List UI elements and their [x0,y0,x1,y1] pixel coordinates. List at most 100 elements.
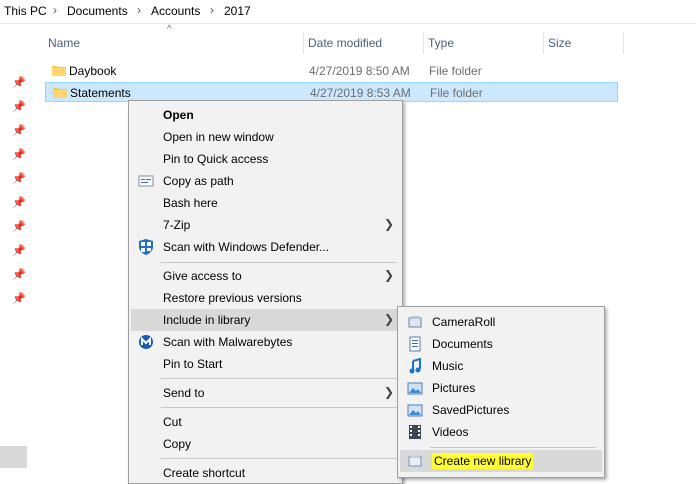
menu-item-scan-malwarebytes[interactable]: Scan with Malwarebytes [131,331,400,353]
chevron-right-icon: ❯ [384,217,395,231]
library-item-saved-pictures[interactable]: SavedPictures [400,399,602,421]
library-item-documents[interactable]: Documents [400,333,602,355]
file-date: 4/27/2019 8:53 AM [310,86,411,100]
column-header-size[interactable]: Size [544,32,624,54]
column-header-type[interactable]: Type [424,32,544,54]
column-header-name[interactable]: Name [44,32,304,54]
malwarebytes-icon [139,335,153,349]
pin-icon[interactable]: 📌 [12,100,26,113]
chevron-right-icon: ❯ [384,312,395,326]
column-header-date-modified[interactable]: Date modified [304,32,424,54]
breadcrumb-this-pc[interactable]: This PC [4,4,47,18]
pin-icon[interactable]: 📌 [12,292,26,305]
menu-item-label: 7-Zip [163,218,191,232]
menu-item-label: Give access to [163,269,242,283]
pictures-icon [407,382,423,395]
file-row[interactable]: Statements 4/27/2019 8:53 AM File folder [45,82,618,102]
menu-separator [161,378,397,379]
menu-separator [161,407,397,408]
folder-icon [52,66,66,76]
breadcrumb-documents[interactable]: Documents [67,4,128,18]
breadcrumb-2017[interactable]: 2017 [224,4,251,18]
documents-icon [409,336,421,352]
file-name: Statements [70,86,131,100]
folder-icon [53,88,67,98]
menu-item-create-shortcut[interactable]: Create shortcut [131,462,400,484]
menu-item-label: Pin to Start [163,357,223,371]
library-folder-icon [408,316,422,328]
menu-item-label: Scan with Windows Defender... [163,240,330,254]
library-item-camera-roll[interactable]: CameraRoll [400,311,602,333]
menu-item-label: Open in new window [163,130,274,144]
menu-item-open-new-window[interactable]: Open in new window [131,126,400,148]
breadcrumb-separator-icon[interactable]: › [53,3,57,17]
library-item-music[interactable]: Music [400,355,602,377]
breadcrumb-separator-icon[interactable]: › [210,3,214,17]
library-item-pictures[interactable]: Pictures [400,377,602,399]
breadcrumb-separator-icon[interactable]: › [137,3,141,17]
saved-pictures-icon [407,404,423,417]
music-icon [409,358,421,374]
menu-item-label: Send to [163,386,205,400]
menu-item-label: Videos [432,425,469,439]
menu-item-send-to[interactable]: Send to ❯ [131,382,400,404]
menu-item-restore-versions[interactable]: Restore previous versions [131,287,400,309]
chevron-right-icon: ❯ [384,385,395,399]
menu-item-scan-defender[interactable]: Scan with Windows Defender... [131,236,400,258]
menu-item-label: Cut [163,415,182,429]
pin-icon[interactable]: 📌 [12,124,26,137]
file-row[interactable]: Daybook 4/27/2019 8:50 AM File folder [45,61,618,81]
menu-item-label: Documents [432,337,493,351]
pin-icon[interactable]: 📌 [12,148,26,161]
file-type: File folder [429,64,482,78]
library-item-videos[interactable]: Videos [400,421,602,443]
menu-item-label: Pictures [432,381,476,395]
menu-item-pin-quick-access[interactable]: Pin to Quick access [131,148,400,170]
file-name: Daybook [69,64,117,78]
create-new-library-highlight: Create new library [432,453,534,469]
menu-separator [430,447,596,448]
new-library-icon [408,455,422,467]
menu-item-label: Bash here [163,196,218,210]
navigation-pane: 📌 📌 📌 📌 📌 📌 📌 📌 📌 📌 [0,23,30,484]
breadcrumb-accounts[interactable]: Accounts [151,4,200,18]
pin-icon[interactable]: 📌 [12,220,26,233]
copy-path-icon [138,175,154,187]
menu-item-label: SavedPictures [432,403,510,417]
pin-icon[interactable]: 📌 [12,76,26,89]
menu-item-label: Scan with Malwarebytes [163,335,293,349]
menu-item-label: Include in library [163,313,251,327]
menu-item-bash-here[interactable]: Bash here [131,192,400,214]
menu-item-pin-start[interactable]: Pin to Start [131,353,400,375]
menu-item-cut[interactable]: Cut [131,411,400,433]
menu-item-open[interactable]: Open [131,104,400,126]
file-date: 4/27/2019 8:50 AM [309,64,410,78]
library-submenu: CameraRoll Documents Music Pictures Save… [397,306,605,478]
menu-item-label: Pin to Quick access [163,152,269,166]
menu-item-label: Create shortcut [163,466,246,480]
pin-icon[interactable]: 📌 [12,244,26,257]
menu-item-label: Restore previous versions [163,291,302,305]
pin-icon[interactable]: 📌 [12,268,26,281]
pin-icon[interactable]: 📌 [12,196,26,209]
menu-item-label: Copy [163,437,192,451]
breadcrumb: This PC › Documents › Accounts › 2017 [0,0,696,24]
library-item-create-new-library[interactable]: Create new library [400,450,602,472]
menu-item-label: Copy as path [163,174,234,188]
menu-separator [161,262,397,263]
menu-item-7zip[interactable]: 7-Zip ❯ [131,214,400,236]
menu-item-copy-as-path[interactable]: Copy as path [131,170,400,192]
nav-selected-item[interactable] [0,446,27,468]
menu-item-include-library[interactable]: Include in library ❯ [131,309,400,331]
menu-item-give-access[interactable]: Give access to ❯ [131,265,400,287]
menu-item-label: Create new library [432,453,534,469]
pin-icon[interactable]: 📌 [12,172,26,185]
windows-defender-icon [139,239,153,255]
menu-item-label: Open [163,108,194,122]
videos-icon [409,425,421,439]
file-type: File folder [430,86,483,100]
chevron-right-icon: ❯ [384,268,395,282]
menu-separator [161,458,397,459]
menu-item-copy[interactable]: Copy [131,433,400,455]
context-menu: Open Open in new window Pin to Quick acc… [128,100,403,484]
